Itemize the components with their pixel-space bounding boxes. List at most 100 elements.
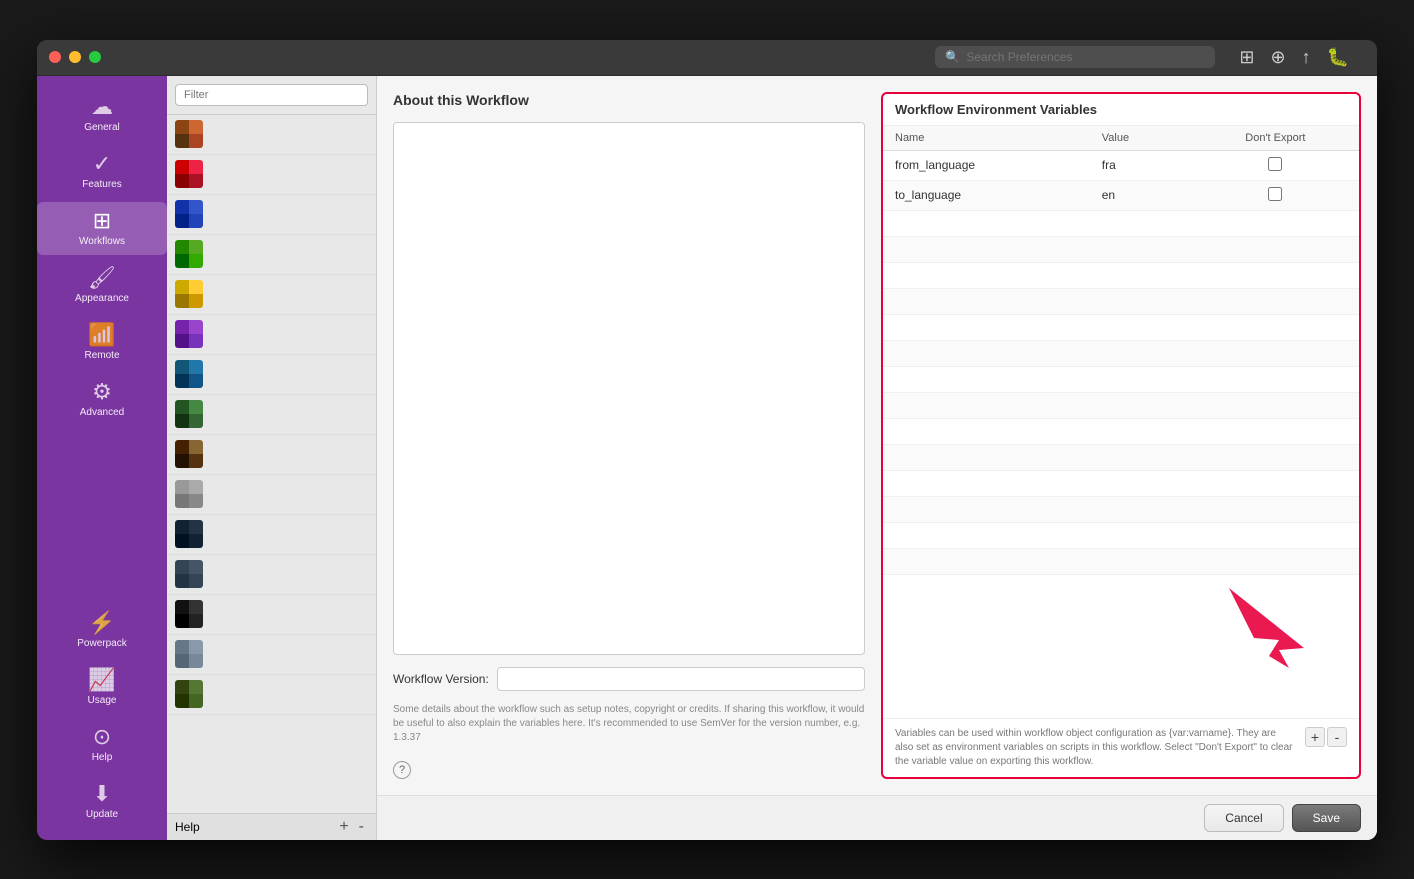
arrow-indicator: [1219, 578, 1299, 658]
list-item[interactable]: [167, 235, 376, 275]
remove-env-var-button[interactable]: -: [1327, 727, 1347, 747]
table-row-empty: [883, 288, 1359, 314]
help-text: Some details about the workflow such as …: [393, 703, 865, 745]
workflow-icon: [175, 600, 203, 628]
table-row-empty: [883, 444, 1359, 470]
filter-input[interactable]: [175, 84, 368, 106]
close-button[interactable]: [49, 51, 61, 63]
env-footer-text: Variables can be used within workflow ob…: [895, 727, 1293, 769]
add-env-var-button[interactable]: +: [1305, 727, 1325, 747]
sidebar-item-label: Remote: [84, 350, 119, 361]
sidebar-item-label: Update: [86, 809, 118, 820]
list-item[interactable]: [167, 355, 376, 395]
list-item[interactable]: [167, 115, 376, 155]
sidebar-item-label: Advanced: [80, 407, 124, 418]
var-name: to_language: [883, 180, 1090, 210]
remove-workflow-button[interactable]: -: [355, 818, 368, 836]
sidebar-item-remote[interactable]: 📶 Remote: [37, 316, 167, 369]
table-row-empty: [883, 418, 1359, 444]
col-value: Value: [1090, 126, 1192, 151]
cloud-icon: ☁: [91, 96, 113, 118]
col-dont-export: Don't Export: [1192, 126, 1359, 151]
list-item[interactable]: [167, 555, 376, 595]
sidebar-item-general[interactable]: ☁ General: [37, 88, 167, 141]
download-icon: ⬇: [93, 783, 111, 805]
sidebar-item-label: Powerpack: [77, 638, 126, 649]
env-footer: Variables can be used within workflow ob…: [883, 718, 1359, 777]
search-bar[interactable]: 🔍: [935, 46, 1215, 68]
workflow-icon: [175, 320, 203, 348]
list-item[interactable]: [167, 315, 376, 355]
table-row-empty: [883, 366, 1359, 392]
workflow-icon: [175, 640, 203, 668]
list-item[interactable]: [167, 195, 376, 235]
table-row-empty: [883, 314, 1359, 340]
lightning-icon: ⚡: [88, 612, 115, 634]
right-section: Workflow Environment Variables Name Valu…: [881, 92, 1361, 779]
env-content-wrapper: Name Value Don't Export from_language: [883, 126, 1359, 718]
sidebar-item-appearance[interactable]: 🖌 Appearance: [37, 259, 167, 312]
workflow-icon: [175, 280, 203, 308]
toolbar-icon-1[interactable]: ⊞: [1235, 43, 1258, 72]
table-row-empty: [883, 236, 1359, 262]
list-item[interactable]: [167, 435, 376, 475]
table-row-empty: [883, 470, 1359, 496]
cancel-button[interactable]: Cancel: [1204, 804, 1283, 832]
maximize-button[interactable]: [89, 51, 101, 63]
table-row[interactable]: from_language fra: [883, 150, 1359, 180]
workflow-icon: [175, 200, 203, 228]
sidebar-item-update[interactable]: ⬇ Update: [37, 775, 167, 828]
content-area: Help + - About this Workflow Workflow Ve: [167, 76, 1377, 840]
table-row-empty: [883, 262, 1359, 288]
sidebar-item-features[interactable]: ✓ Features: [37, 145, 167, 198]
workflow-icon: [175, 160, 203, 188]
list-item[interactable]: [167, 275, 376, 315]
search-icon: 🔍: [945, 50, 960, 64]
main-panel-inner: About this Workflow Workflow Version: So…: [377, 76, 1377, 795]
help-circle-icon: ⊙: [93, 726, 111, 748]
minimize-button[interactable]: [69, 51, 81, 63]
sidebar-item-label: Appearance: [75, 293, 129, 304]
list-item[interactable]: [167, 475, 376, 515]
sidebar-item-workflows[interactable]: ⊞ Workflows: [37, 202, 167, 255]
table-row-empty: [883, 496, 1359, 522]
table-row-empty: [883, 392, 1359, 418]
var-value: en: [1090, 180, 1192, 210]
about-title: About this Workflow: [393, 92, 865, 108]
grid-icon: ⊞: [93, 210, 111, 232]
about-textarea[interactable]: [393, 122, 865, 655]
env-vars-box: Workflow Environment Variables Name Valu…: [881, 92, 1361, 779]
var-dont-export[interactable]: [1192, 180, 1359, 210]
sidebar-item-help[interactable]: ⊙ Help: [37, 718, 167, 771]
list-item[interactable]: [167, 595, 376, 635]
list-item[interactable]: [167, 155, 376, 195]
sidebar-item-usage[interactable]: 📈 Usage: [37, 661, 167, 714]
list-item[interactable]: [167, 515, 376, 555]
list-item[interactable]: [167, 675, 376, 715]
table-row[interactable]: to_language en: [883, 180, 1359, 210]
workflow-icon: [175, 520, 203, 548]
table-row-empty: [883, 548, 1359, 574]
list-item[interactable]: [167, 635, 376, 675]
version-input[interactable]: [497, 667, 865, 691]
workflow-icon: [175, 560, 203, 588]
main-panel-buttons: Cancel Save: [377, 795, 1377, 840]
save-button[interactable]: Save: [1292, 804, 1361, 832]
list-item[interactable]: [167, 395, 376, 435]
toolbar-icon-2[interactable]: ⊕: [1266, 43, 1289, 72]
workflow-icon: [175, 440, 203, 468]
add-workflow-button[interactable]: +: [335, 818, 352, 836]
env-vars-header: Workflow Environment Variables: [883, 94, 1359, 126]
search-input[interactable]: [966, 50, 1205, 64]
var-dont-export[interactable]: [1192, 150, 1359, 180]
env-add-remove: + -: [1305, 727, 1347, 747]
toolbar-icon-4[interactable]: 🐛: [1323, 43, 1353, 72]
toolbar-icon-3[interactable]: ↑: [1298, 43, 1315, 72]
sidebar-item-powerpack[interactable]: ⚡ Powerpack: [37, 604, 167, 657]
left-section: About this Workflow Workflow Version: So…: [393, 92, 865, 779]
table-row-empty: [883, 522, 1359, 548]
version-row: Workflow Version:: [393, 667, 865, 691]
help-button[interactable]: ?: [393, 761, 411, 779]
sidebar-item-label: Help: [92, 752, 113, 763]
sidebar-item-advanced[interactable]: ⚙ Advanced: [37, 373, 167, 426]
